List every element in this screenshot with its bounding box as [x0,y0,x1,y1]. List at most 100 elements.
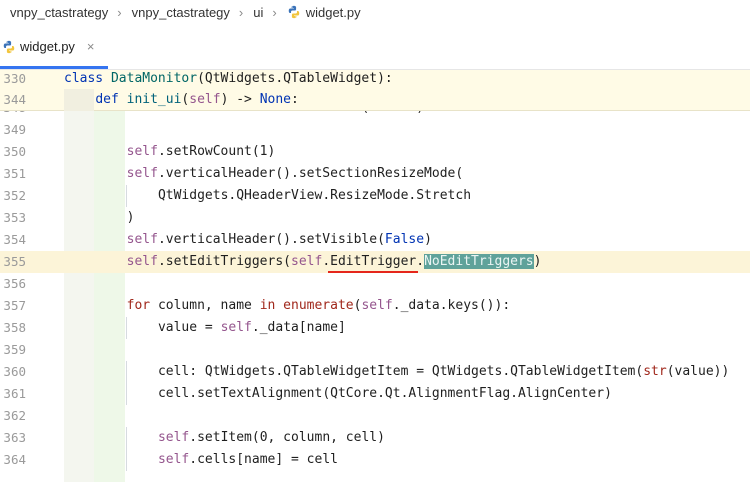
code-line[interactable]: 351 self.verticalHeader().setSectionResiz… [0,163,750,185]
breadcrumb-item-folder[interactable]: ui [243,5,263,20]
chevron-right-icon: › [238,4,244,20]
code-token: enumerate [283,298,354,313]
code-line[interactable]: 358 value = self._data[name] [0,317,750,339]
code-text: self.setEditTriggers(self.EditTrigger.No… [126,251,542,273]
code-token: ) -> [220,92,260,107]
code-token: self [361,298,393,313]
code-line[interactable]: 349 [0,119,750,141]
indent-guide [64,89,94,111]
code-token: . [416,254,425,269]
tab-widget-py[interactable]: widget.py × [0,24,108,69]
code-token: self [157,452,190,467]
code-text: def init_ui(self) -> None: [95,89,299,111]
sticky-line[interactable]: 344 def init_ui(self) -> None: [0,89,750,111]
code-line[interactable]: 362 [0,405,750,427]
line-number: 359 [3,342,26,357]
line-number: 330 [3,71,26,86]
code-token: column, name [157,298,260,313]
code-line[interactable]: 363 self.setItem(0, column, cell) [0,427,750,449]
code-token: .setRowCount(1) [157,144,276,159]
breadcrumb-item-project[interactable]: vnpy_ctastrategy [0,5,108,20]
line-number: 362 [3,408,26,423]
code-token: self [220,320,252,335]
code-token: self [126,166,158,181]
code-line[interactable]: 359 [0,339,750,361]
line-number: 358 [3,320,26,335]
breadcrumb: vnpy_ctastrategy › vnpy_ctastrategy › ui… [0,0,750,24]
line-number: 357 [3,298,26,313]
close-icon[interactable]: × [87,39,95,54]
code-token: class [64,71,111,86]
line-number: 344 [3,92,26,107]
code-line[interactable]: 350 self.setRowCount(1) [0,141,750,163]
code-token: : [291,92,299,107]
code-token: .cells[name] = cell [189,452,338,467]
selected-token: NoEditTriggers [424,254,534,269]
chevron-right-icon: › [117,4,122,20]
code-line[interactable]: 356 [0,273,750,295]
code-token: (QtWidgets.QTableWidget): [197,71,393,86]
breadcrumb-item-package[interactable]: vnpy_ctastrategy [122,5,230,20]
code-token: self [126,254,158,269]
code-text: self.setItem(0, column, cell) [158,427,385,449]
code-token: in [259,298,284,313]
code-line[interactable]: 348 self.setHorizontalHeaderLabels(labels… [0,111,750,119]
code-token: ) [424,232,432,247]
line-number: 360 [3,364,26,379]
code-token: ) [533,254,542,269]
line-number: 356 [3,276,26,291]
code-line[interactable]: 354 self.verticalHeader().setVisible(Fals… [0,229,750,251]
code-token: None [259,92,292,107]
code-token: self [126,232,158,247]
code-editor[interactable]: 348self.setHorizontalHeaderLabels(labels… [0,111,750,482]
code-token: cell.setTextAlignment(QtCore.Qt.Alignmen… [157,386,612,401]
line-number: 350 [3,144,26,159]
code-token: ._data[name] [251,320,346,335]
code-token: .verticalHeader().setSectionResizeMode( [157,166,464,181]
code-line[interactable]: 364 self.cells[name] = cell [0,449,750,471]
code-token: .setHorizontalHeaderLabels(labels) [158,111,424,115]
code-line[interactable]: 360 cell: QtWidgets.QTableWidgetItem = Qt… [0,361,750,383]
breadcrumb-file-label: widget.py [305,4,361,20]
code-text: self.verticalHeader().setSectionResizeMo… [127,163,464,185]
code-token: self [189,92,221,107]
code-text: cell: QtWidgets.QTableWidgetItem = QtWid… [158,361,729,383]
line-number: 361 [3,386,26,401]
code-line[interactable]: 355 self.setEditTriggers(self.EditTrigger… [0,251,750,273]
code-token: init_ui [126,92,182,107]
error-token: EditTrigger [330,254,417,269]
code-line[interactable]: 361 cell.setTextAlignment(QtCore.Qt.Align… [0,383,750,405]
line-number: 349 [3,122,26,137]
code-token: False [384,232,425,247]
code-text: self.cells[name] = cell [158,449,338,471]
code-token: .setItem(0, column, cell) [189,430,385,445]
tab-label: widget.py [20,39,75,54]
line-number: 355 [3,254,26,269]
chevron-right-icon: › [272,4,277,20]
line-number: 348 [0,111,26,119]
code-text: for column, name in enumerate(self._data… [127,295,511,317]
line-number: 352 [3,188,26,203]
code-line[interactable]: 352 QtWidgets.QHeaderView.ResizeMode.Stre… [0,185,750,207]
code-text: cell.setTextAlignment(QtCore.Qt.Alignmen… [158,383,612,405]
code-text: value = self._data[name] [158,317,346,339]
code-token: QtWidgets.QHeaderView.ResizeMode.Stretch [157,188,472,203]
line-number: 354 [3,232,26,247]
sticky-scope-header: 330 class DataMonitor(QtWidgets.QTableWid… [0,70,750,111]
code-token: DataMonitor [110,71,198,86]
code-token: self [126,144,158,159]
error-underline [328,271,419,273]
code-token: ) [126,210,135,225]
code-token: cell: QtWidgets.QTableWidgetItem = QtWid… [157,364,644,379]
sticky-line[interactable]: 330 class DataMonitor(QtWidgets.QTableWid… [0,68,750,90]
code-text: self.setHorizontalHeaderLabels(labels) [127,111,424,119]
code-token: .setEditTriggers( [157,254,291,269]
code-line[interactable]: 353) [0,207,750,229]
line-number: 364 [3,452,26,467]
code-token: self [291,254,323,269]
code-text: QtWidgets.QHeaderView.ResizeMode.Stretch [158,185,471,207]
breadcrumb-item-file[interactable]: widget.py [277,5,361,20]
code-line[interactable]: 357 for column, name in enumerate(self._d… [0,295,750,317]
line-number: 363 [3,430,26,445]
code-text: self.verticalHeader().setVisible(False) [127,229,432,251]
